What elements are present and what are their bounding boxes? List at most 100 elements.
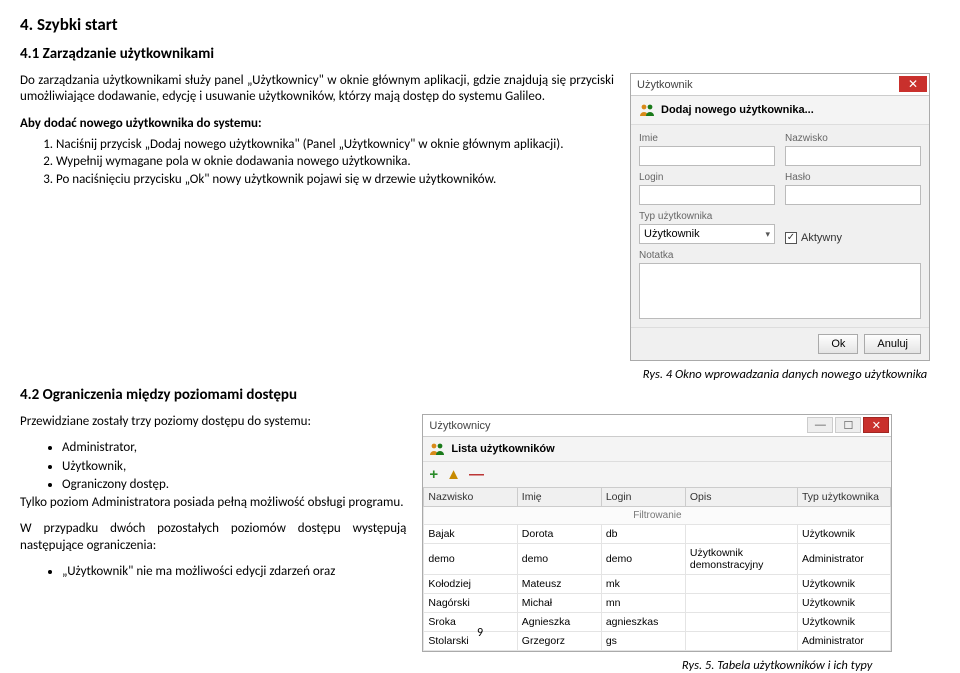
cell: db [601,525,685,544]
cell: Użytkownik [797,594,890,613]
paragraph-restrictions: W przypadku dwóch pozostałych poziomów d… [20,521,406,554]
cell: Mateusz [517,575,601,594]
cell: Nagórski [424,594,517,613]
close-icon: ✕ [872,419,881,432]
checkbox-icon: ✓ [785,232,797,244]
dialog2-title: Użytkownicy [429,420,490,432]
delete-icon[interactable]: — [469,466,484,483]
dialog-titlebar[interactable]: Użytkownik ✕ [631,74,929,96]
chevron-down-icon: ▾ [765,229,770,240]
checkbox-aktywny[interactable]: ✓ Aktywny [785,232,842,244]
close-button[interactable]: ✕ [899,76,927,92]
close-button[interactable]: ✕ [863,417,889,433]
cell: gs [601,632,685,651]
select-typ[interactable]: Użytkownik ▾ [639,224,775,244]
close-icon: ✕ [908,77,918,91]
users-table: Nazwisko Imię Login Opis Typ użytkownika… [423,487,891,651]
table-row[interactable]: demodemodemoUżytkownik demonstracyjnyAdm… [424,544,891,575]
col-login[interactable]: Login [601,488,685,507]
label-typ: Typ użytkownika [639,211,775,222]
cell [685,613,797,632]
cell: Kołodziej [424,575,517,594]
cell [685,575,797,594]
maximize-button[interactable]: ☐ [835,417,861,433]
cell: Administrator [797,632,890,651]
cell: mk [601,575,685,594]
checkbox-aktywny-label: Aktywny [801,232,842,244]
restriction-item: „Użytkownik" nie ma możliwości edycji zd… [62,564,406,580]
level-item: Ograniczony dostęp. [62,477,406,493]
cell: demo [517,544,601,575]
cell: Michał [517,594,601,613]
cell: Administrator [797,544,890,575]
table-row[interactable]: SrokaAgnieszkaagnieszkasUżytkownik [424,613,891,632]
cell: agnieszkas [601,613,685,632]
add-icon[interactable]: + [429,466,438,483]
cell [685,594,797,613]
step-item: Wypełnij wymagane pola w oknie dodawania… [56,154,614,170]
dialog-title: Użytkownik [637,79,693,91]
anuluj-button[interactable]: Anuluj [864,334,921,354]
users-icon [429,441,445,457]
cell: Bajak [424,525,517,544]
maximize-icon: ☐ [843,419,853,432]
levels-list: Administrator, Użytkownik, Ograniczony d… [20,440,406,493]
label-nazwisko: Nazwisko [785,133,921,144]
table-row[interactable]: NagórskiMichałmn Użytkownik [424,594,891,613]
step-item: Po naciśnięciu przycisku „Ok" nowy użytk… [56,172,614,188]
paragraph-levels-intro: Przewidziane zostały trzy poziomy dostęp… [20,414,406,430]
dialog2-header: Lista użytkowników [423,437,891,462]
table-row[interactable]: BajakDorotadb Użytkownik [424,525,891,544]
cell: Dorota [517,525,601,544]
cell: mn [601,594,685,613]
toolbar: + ▲ — [423,462,891,487]
filter-row[interactable]: Filtrowanie [424,507,891,525]
input-login[interactable] [639,185,775,205]
users-icon [639,102,655,118]
caption-fig4: Rys. 4 Okno wprowadzania danych nowego u… [630,367,940,382]
textarea-notatka[interactable] [639,263,921,319]
dialog-users: Użytkownicy — ☐ ✕ Lista użytkowników + ▲… [422,414,892,652]
cell: Agnieszka [517,613,601,632]
label-haslo: Hasło [785,172,921,183]
col-typ[interactable]: Typ użytkownika [797,488,890,507]
step-item: Naciśnij przycisk „Dodaj nowego użytkown… [56,137,614,153]
paragraph-intro: Do zarządzania użytkownikami służy panel… [20,73,614,106]
heading-subsection-41: 4.1 Zarządzanie użytkownikami [20,45,940,63]
minimize-button[interactable]: — [807,417,833,433]
heading-section: 4. Szybki start [20,14,940,35]
dialog-header: Dodaj nowego użytkownika... [631,96,929,125]
level-item: Użytkownik, [62,459,406,475]
paragraph-admin-full: Tylko poziom Administratora posiada pełn… [20,495,406,511]
col-imie[interactable]: Imię [517,488,601,507]
ok-button[interactable]: Ok [818,334,858,354]
cell: Grzegorz [517,632,601,651]
caption-fig5: Rys. 5. Tabela użytkowników i ich typy [422,658,902,673]
col-nazwisko[interactable]: Nazwisko [424,488,517,507]
cell: Stolarski [424,632,517,651]
cell: Użytkownik [797,575,890,594]
level-item: Administrator, [62,440,406,456]
minimize-icon: — [815,419,826,431]
table-row[interactable]: KołodziejMateuszmk Użytkownik [424,575,891,594]
dialog-header-text: Dodaj nowego użytkownika... [661,104,814,116]
page-number: 9 [477,626,483,640]
input-nazwisko[interactable] [785,146,921,166]
restrictions-list: „Użytkownik" nie ma możliwości edycji zd… [20,564,406,580]
dialog2-titlebar[interactable]: Użytkownicy — ☐ ✕ [423,415,891,437]
col-opis[interactable]: Opis [685,488,797,507]
cell: Użytkownik [797,613,890,632]
select-typ-value: Użytkownik [644,228,700,240]
heading-subsection-42: 4.2 Ograniczenia między poziomami dostęp… [20,386,940,404]
input-imie[interactable] [639,146,775,166]
edit-icon[interactable]: ▲ [446,466,461,483]
label-imie: Imie [639,133,775,144]
table-row[interactable]: StolarskiGrzegorzgs Administrator [424,632,891,651]
label-login: Login [639,172,775,183]
dialog2-header-text: Lista użytkowników [451,443,554,455]
cell: Użytkownik demonstracyjny [685,544,797,575]
cell: Użytkownik [797,525,890,544]
steps-list: Naciśnij przycisk „Dodaj nowego użytkown… [20,137,614,188]
dialog-user: Użytkownik ✕ Dodaj nowego użytkownika...… [630,73,930,361]
input-haslo[interactable] [785,185,921,205]
